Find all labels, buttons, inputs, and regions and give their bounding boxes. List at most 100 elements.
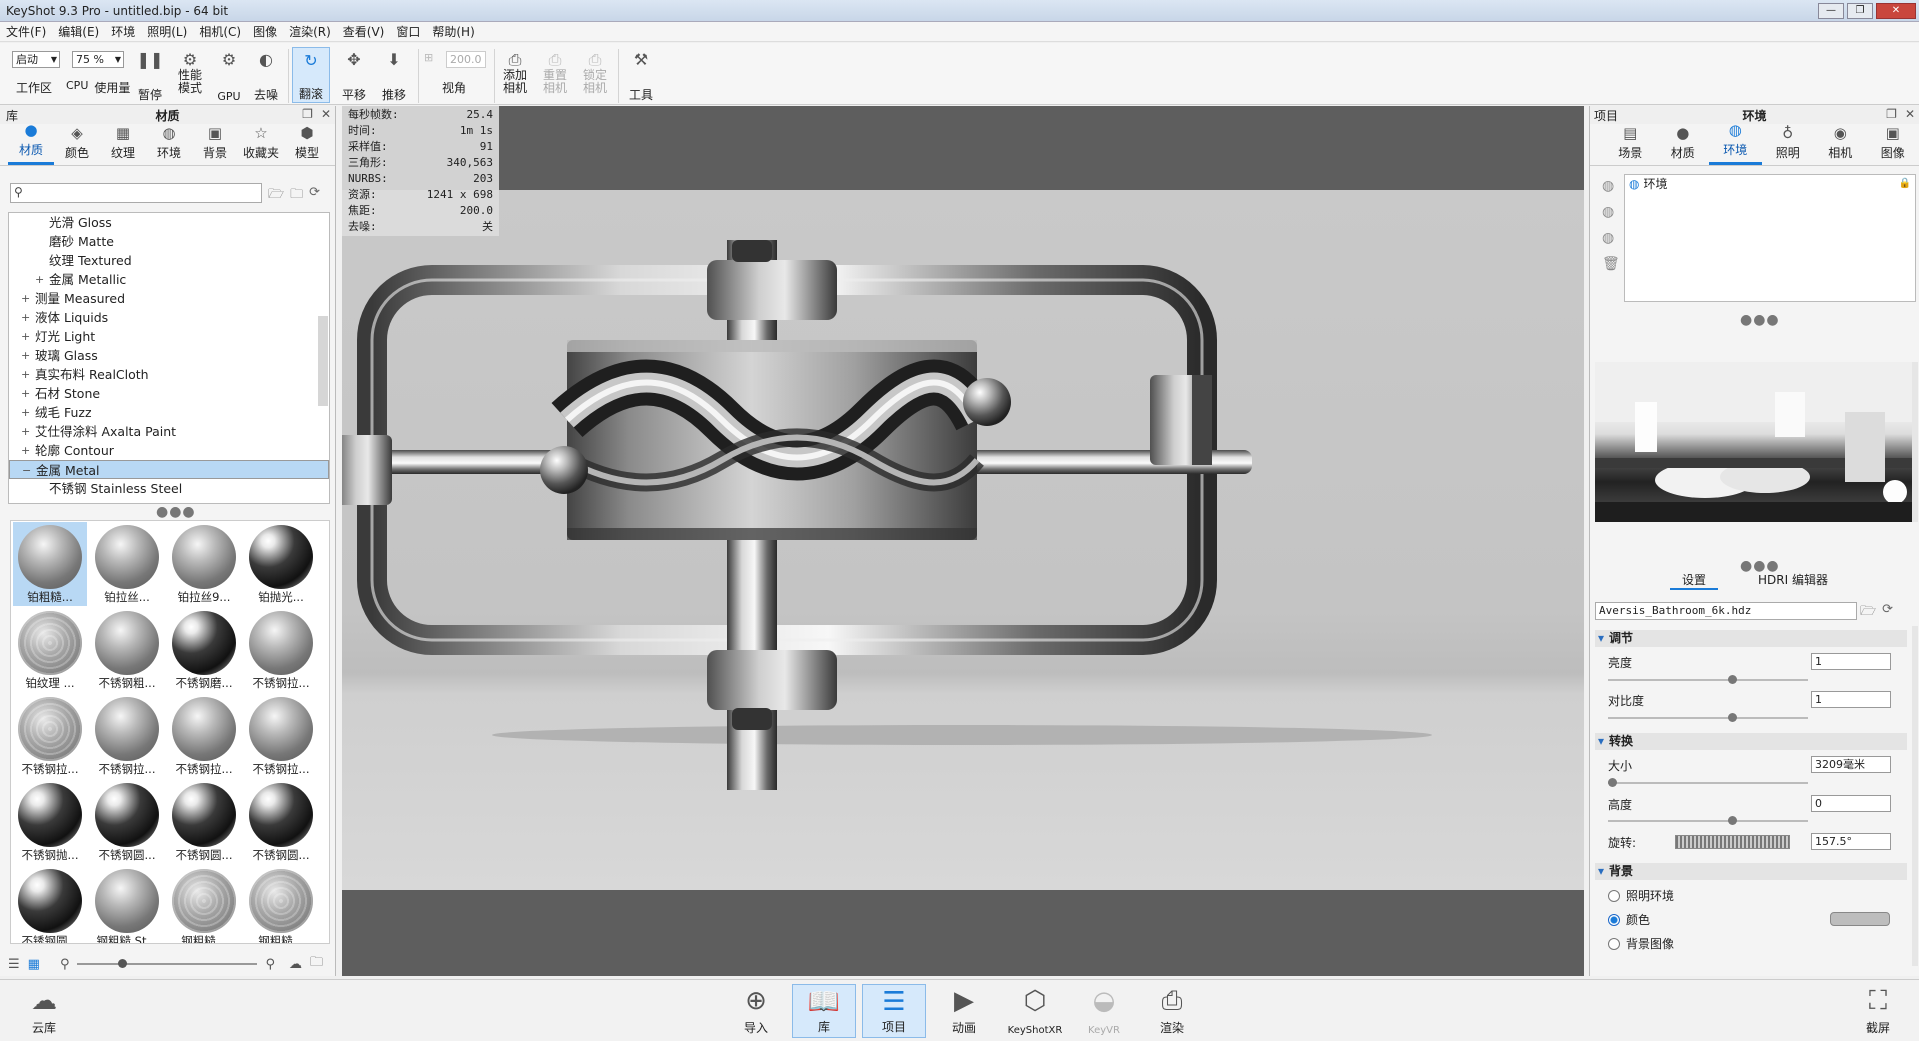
bg-option-backplate[interactable]: 背景图像 <box>1608 935 1674 952</box>
project-button[interactable]: ☰ 项目 <box>862 984 926 1038</box>
hdri-preview[interactable] <box>1595 362 1913 522</box>
bg-option-color[interactable]: 颜色 <box>1608 911 1650 928</box>
fov-input[interactable]: 200.0 <box>446 51 486 68</box>
menu-help[interactable]: 帮助(H) <box>426 23 480 40</box>
expand-toggle-icon[interactable]: + <box>35 270 44 289</box>
brightness-input[interactable]: 1 <box>1811 653 1891 670</box>
menu-camera[interactable]: 相机(C) <box>193 23 247 40</box>
tab-material[interactable]: ● 材质 <box>1657 124 1710 165</box>
tree-item[interactable]: − 金属 Metal <box>9 460 329 479</box>
material-thumbnail[interactable]: 不锈钢圆... <box>167 780 241 864</box>
tumble-button[interactable]: ↻ 翻滚 <box>292 47 330 103</box>
material-thumbnail[interactable]: 铂抛光... <box>244 522 318 606</box>
tab-materials[interactable]: ● 材质 <box>8 121 54 165</box>
denoise-button[interactable]: ◐ 去噪 <box>250 47 282 103</box>
menu-environment[interactable]: 环境 <box>105 23 141 40</box>
dolly-button[interactable]: ⬇ 推移 <box>376 47 412 103</box>
expand-toggle-icon[interactable]: + <box>21 441 30 460</box>
cloud-upload-icon[interactable]: ☁ <box>289 957 302 972</box>
tree-item[interactable]: 磨砂 Matte <box>9 232 329 251</box>
background-color-swatch[interactable] <box>1830 912 1890 926</box>
tab-image[interactable]: ▣ 图像 <box>1867 124 1919 165</box>
keyshotxr-button[interactable]: ⬡ KeyShotXR <box>1000 984 1070 1038</box>
expand-toggle-icon[interactable]: + <box>21 422 30 441</box>
screenshot-button[interactable]: ⛶ 截屏 <box>1846 984 1910 1038</box>
duplicate-environment-icon[interactable]: ◍ <box>1602 204 1620 220</box>
search-field[interactable]: ⚲ <box>10 183 262 203</box>
zoom-out-icon[interactable]: ⚲ <box>60 957 70 972</box>
tree-item[interactable]: + 艾仕得涂料 Axalta Paint <box>9 422 329 441</box>
tree-item[interactable]: + 绒毛 Fuzz <box>9 403 329 422</box>
brightness-slider[interactable] <box>1608 675 1808 684</box>
material-thumbnail[interactable]: 不锈钢圆... <box>90 780 164 864</box>
tab-textures[interactable]: ▦ 纹理 <box>100 124 146 165</box>
gpu-button[interactable]: ⚙ GPU <box>214 47 244 104</box>
close-window-button[interactable]: ✕ <box>1876 2 1916 19</box>
splitter-handle[interactable]: ●●● <box>156 504 196 520</box>
folder-icon[interactable]: 🗀 <box>310 953 323 975</box>
slider-knob[interactable] <box>1608 778 1617 787</box>
slider-knob[interactable] <box>1728 816 1737 825</box>
radio-button[interactable] <box>1608 913 1620 926</box>
maximize-button[interactable]: ❐ <box>1847 2 1873 19</box>
slider-knob[interactable] <box>118 959 128 968</box>
refresh-icon[interactable]: ⟳ <box>309 185 320 207</box>
tab-favorites[interactable]: ☆ 收藏夹 <box>238 124 284 165</box>
thumbnail-size-slider[interactable] <box>77 959 258 968</box>
close-panel-icon[interactable]: ✕ <box>321 107 331 121</box>
list-view-icon[interactable]: ☰ <box>8 957 20 972</box>
add-environment-icon[interactable]: ◍ <box>1602 178 1620 194</box>
bg-option-lighting-environment[interactable]: 照明环境 <box>1608 887 1674 904</box>
undock-icon[interactable]: ❐ <box>1886 107 1897 121</box>
splitter-handle[interactable]: ●●● <box>1740 312 1780 328</box>
undock-icon[interactable]: ❐ <box>302 107 313 121</box>
lock-icon[interactable]: 🔒 <box>1899 175 1911 193</box>
material-thumbnail[interactable]: 不锈钢拉... <box>244 608 318 692</box>
material-thumbnail[interactable]: 不锈钢磨... <box>167 608 241 692</box>
material-thumbnail[interactable]: 铂拉丝9... <box>167 522 241 606</box>
section-adjust[interactable]: 调节 <box>1595 630 1907 647</box>
menu-view[interactable]: 查看(V) <box>337 23 391 40</box>
minimize-button[interactable]: — <box>1818 2 1844 19</box>
expand-toggle-icon[interactable]: + <box>21 384 30 403</box>
menu-edit[interactable]: 编辑(E) <box>52 23 105 40</box>
lock-camera-button[interactable]: ⎙ 锁定 相机 <box>578 47 612 103</box>
tree-item[interactable]: + 液体 Liquids <box>9 308 329 327</box>
material-thumbnail[interactable]: 不锈钢拉... <box>13 694 87 778</box>
tree-item[interactable]: + 真实布料 RealCloth <box>9 365 329 384</box>
cpu-usage-select[interactable]: 75 % ▼ <box>72 51 124 68</box>
cloud-library-button[interactable]: ☁ 云库 <box>12 984 76 1038</box>
performance-mode-button[interactable]: ⚙ 性能 模式 <box>172 47 208 103</box>
tree-item[interactable]: + 测量 Measured <box>9 289 329 308</box>
expand-toggle-icon[interactable]: + <box>21 308 30 327</box>
material-thumbnail[interactable]: 铂粗糙... <box>13 522 87 606</box>
library-button[interactable]: 📖 库 <box>792 984 856 1038</box>
tab-colors[interactable]: ◈ 颜色 <box>54 124 100 165</box>
material-thumbnail[interactable]: 不锈钢圆... <box>13 866 87 943</box>
pause-button[interactable]: ❚❚ 暂停 <box>134 47 166 103</box>
workspace-select[interactable]: 启动 ▼ <box>12 51 60 68</box>
height-input[interactable]: 0 <box>1811 795 1891 812</box>
tree-item[interactable]: + 石材 Stone <box>9 384 329 403</box>
zoom-in-icon[interactable]: ⚲ <box>265 957 275 972</box>
slider-knob[interactable] <box>1728 675 1737 684</box>
tree-item[interactable]: + 玻璃 Glass <box>9 346 329 365</box>
material-thumbnail[interactable]: 不锈钢粗... <box>90 608 164 692</box>
keyvr-button[interactable]: ◒ KeyVR <box>1072 984 1136 1038</box>
tree-item[interactable]: 纹理 Textured <box>9 251 329 270</box>
tab-scene[interactable]: ▤ 场景 <box>1604 124 1657 165</box>
size-slider[interactable] <box>1608 778 1808 787</box>
settings-scrollbar[interactable] <box>1912 626 1918 966</box>
tab-environment[interactable]: ◍ 环境 <box>1709 121 1762 165</box>
render-button[interactable]: ⎙ 渲染 <box>1140 984 1204 1038</box>
menu-render[interactable]: 渲染(R) <box>283 23 337 40</box>
tree-item[interactable]: 光滑 Gloss <box>9 213 329 232</box>
size-input[interactable]: 3209毫米 <box>1811 756 1891 773</box>
pan-button[interactable]: ✥ 平移 <box>336 47 372 103</box>
material-thumbnail[interactable]: 不锈钢拉... <box>167 694 241 778</box>
rotation-dial[interactable] <box>1675 835 1790 849</box>
edit-environment-icon[interactable]: ◍ <box>1602 230 1620 246</box>
folder-open-icon[interactable]: 🗁 <box>268 185 284 207</box>
tab-lighting[interactable]: ♁ 照明 <box>1762 124 1815 165</box>
menu-lighting[interactable]: 照明(L) <box>141 23 193 40</box>
